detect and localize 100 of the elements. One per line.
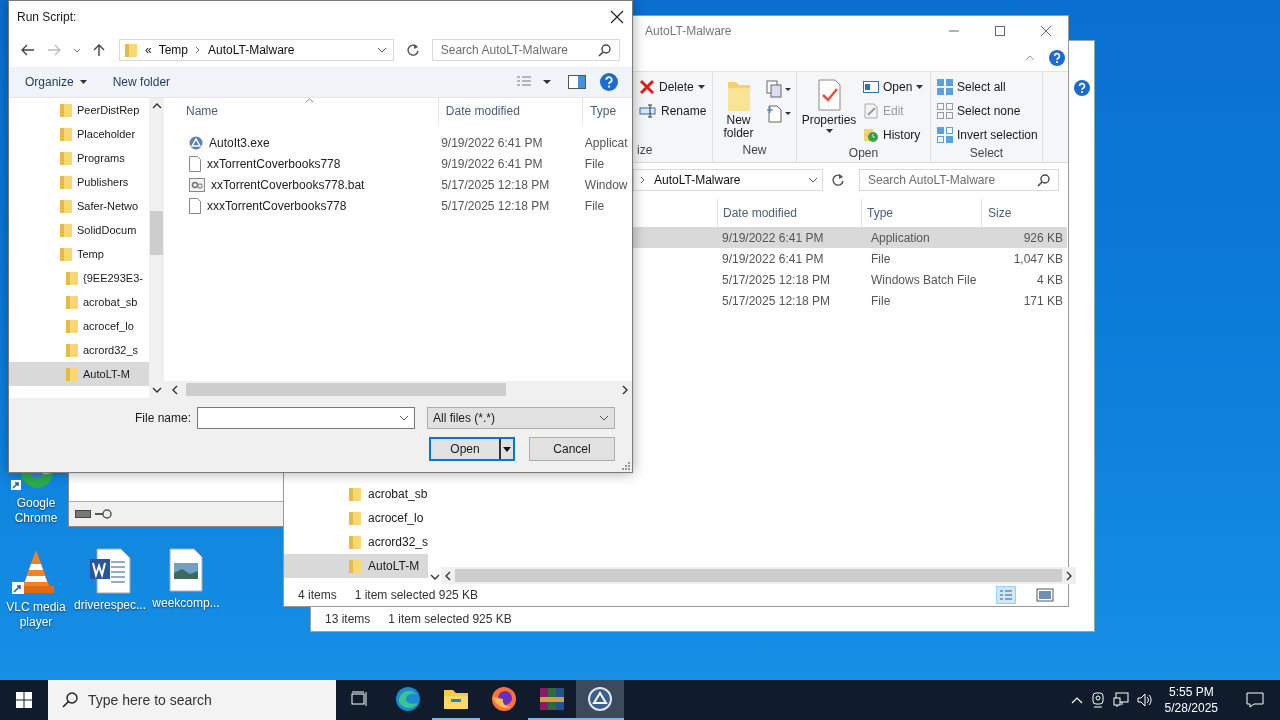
dropdown-icon[interactable] [399, 415, 409, 421]
file-row[interactable]: xxxTorrentCoverbooks778 5/17/2025 12:18 PM File [179, 195, 632, 216]
column-header[interactable]: Name [179, 98, 438, 124]
refresh-icon[interactable] [405, 43, 420, 57]
batch-file-icon [189, 177, 205, 192]
file-row[interactable]: AutoIt3.exe 9/19/2022 6:41 PM Applicat [179, 132, 632, 153]
maximize-icon[interactable] [994, 24, 1006, 37]
open-window-icon [863, 80, 879, 94]
properties-button[interactable]: Properties [801, 76, 857, 146]
view-options-icon[interactable] [516, 75, 554, 89]
address-bar[interactable]: « Temp AutoLT-Malware [119, 39, 394, 61]
delete-button[interactable]: Delete [637, 76, 708, 98]
folder-icon [348, 534, 362, 550]
search-field[interactable]: Search AutoLT-Malware [859, 169, 1059, 191]
task-view-icon[interactable] [351, 691, 369, 707]
new-folder-button[interactable]: New folder [717, 76, 760, 143]
new-folder-button[interactable]: New folder [106, 73, 177, 91]
folder-icon [59, 222, 73, 238]
word-document-icon[interactable] [89, 548, 131, 594]
preview-pane-icon[interactable] [568, 75, 586, 89]
grid-icon [937, 103, 953, 119]
dropdown-icon[interactable] [376, 47, 387, 53]
folder-tree-item[interactable]: {9EE293E3- [9, 266, 149, 290]
show-hidden-icons-icon[interactable] [1070, 696, 1083, 704]
network-icon[interactable] [1112, 692, 1129, 708]
organize-button[interactable]: Organize [19, 73, 93, 91]
folder-tree-item[interactable]: acrobat_sb [284, 482, 429, 506]
folder-tree-item[interactable]: acrocef_lo [284, 506, 429, 530]
scrollbar-thumb[interactable] [186, 383, 506, 396]
taskbar-app-button[interactable] [576, 680, 624, 720]
up-icon[interactable] [93, 43, 105, 57]
dropdown-icon[interactable] [808, 177, 818, 183]
start-icon[interactable] [16, 692, 32, 708]
folder-tree-item[interactable]: acrobat_sb [9, 290, 149, 314]
help-icon[interactable] [600, 73, 618, 91]
folder-tree-item[interactable]: SolidDocum [9, 218, 149, 242]
scroll-down-icon[interactable] [429, 574, 440, 580]
ribbon-button[interactable]: Open [861, 76, 926, 98]
taskbar-search-field[interactable]: Type here to search [48, 680, 336, 720]
file-row[interactable]: xxTorrentCoverbooks778.bat 5/17/2025 12:18 PM Window [179, 174, 632, 195]
folder-tree-item[interactable]: Temp [9, 242, 149, 266]
clock-time[interactable]: 5:55 PM [1168, 684, 1214, 700]
ribbon-button[interactable]: Select none [935, 100, 1038, 122]
desktop-icon-label[interactable]: VLC media player [1, 600, 71, 630]
desktop-icon-label[interactable]: Google Chrome [10, 496, 62, 526]
scrollbar-thumb[interactable] [150, 211, 163, 255]
search-field[interactable]: Search AutoLT-Malware [431, 39, 620, 61]
desktop-icon-label[interactable]: driverespec... [74, 598, 146, 613]
folder-tree-item[interactable]: Publishers [9, 170, 149, 194]
column-header[interactable]: Date modified [437, 98, 583, 124]
folder-tree-item[interactable]: acrord32_s [284, 530, 429, 554]
scroll-down-icon[interactable] [151, 387, 162, 393]
status-selection: 1 item selected 925 KB [354, 588, 479, 602]
caret-icon[interactable] [503, 446, 511, 452]
ribbon-button[interactable]: Invert selection [935, 124, 1038, 146]
open-button[interactable]: Open [429, 437, 515, 461]
easy-access-icon[interactable] [764, 104, 792, 124]
folder-icon [59, 246, 73, 262]
webcam-icon[interactable] [1090, 692, 1105, 708]
column-header[interactable]: Type [582, 98, 632, 124]
folder-icon [59, 198, 73, 214]
folder-tree-item[interactable]: Programs [9, 146, 149, 170]
file-row[interactable]: xxTorrentCoverbooks778 9/19/2022 6:41 PM File [179, 153, 632, 174]
refresh-icon[interactable] [831, 173, 845, 187]
new-item-icon[interactable] [764, 80, 792, 100]
scroll-left-icon[interactable] [172, 384, 178, 395]
scrollbar-thumb[interactable] [455, 569, 1062, 582]
scroll-right-icon[interactable] [622, 384, 628, 395]
folder-tree-item[interactable]: PeerDistRep [9, 98, 149, 122]
help-icon[interactable] [1074, 80, 1090, 96]
recent-locations-icon[interactable] [73, 47, 81, 53]
search-icon [598, 43, 611, 57]
folder-tree-item[interactable]: Placeholder [9, 122, 149, 146]
address-bar[interactable]: AutoLT-Malware [633, 169, 823, 191]
help-icon[interactable] [1049, 50, 1065, 66]
folder-tree-item[interactable]: acrord32_s [9, 338, 149, 362]
close-icon[interactable] [610, 10, 624, 24]
image-file-icon[interactable] [169, 548, 203, 592]
back-icon[interactable] [21, 44, 35, 56]
cancel-button[interactable]: Cancel [529, 437, 615, 461]
collapse-ribbon-icon[interactable] [1025, 55, 1035, 61]
large-icons-view-icon[interactable] [1036, 588, 1054, 602]
folder-icon [348, 486, 362, 502]
scroll-right-icon[interactable] [1066, 570, 1072, 581]
folder-tree-item[interactable]: Safer-Netwo [9, 194, 149, 218]
file-name-field[interactable] [197, 407, 415, 429]
ribbon-button[interactable]: History [861, 124, 926, 146]
rename-button[interactable]: Rename [637, 100, 708, 122]
folder-tree-item[interactable]: acrocef_lo [9, 314, 149, 338]
folder-tree-item[interactable]: AutoLT-M [284, 554, 429, 578]
volume-icon[interactable] [1136, 692, 1153, 708]
resize-grip-icon[interactable] [622, 462, 630, 470]
folder-tree-item[interactable]: AutoLT-M [9, 362, 149, 386]
scroll-left-icon[interactable] [445, 570, 451, 581]
desktop-icon-label[interactable]: weekcomp... [152, 596, 220, 611]
ribbon-button[interactable]: Select all [935, 76, 1038, 98]
scroll-up-icon[interactable] [151, 103, 162, 109]
clock-date[interactable]: 5/28/2025 [1164, 700, 1218, 716]
notifications-icon[interactable] [1246, 692, 1264, 708]
file-type-dropdown[interactable]: All files (*.*) [427, 407, 615, 429]
